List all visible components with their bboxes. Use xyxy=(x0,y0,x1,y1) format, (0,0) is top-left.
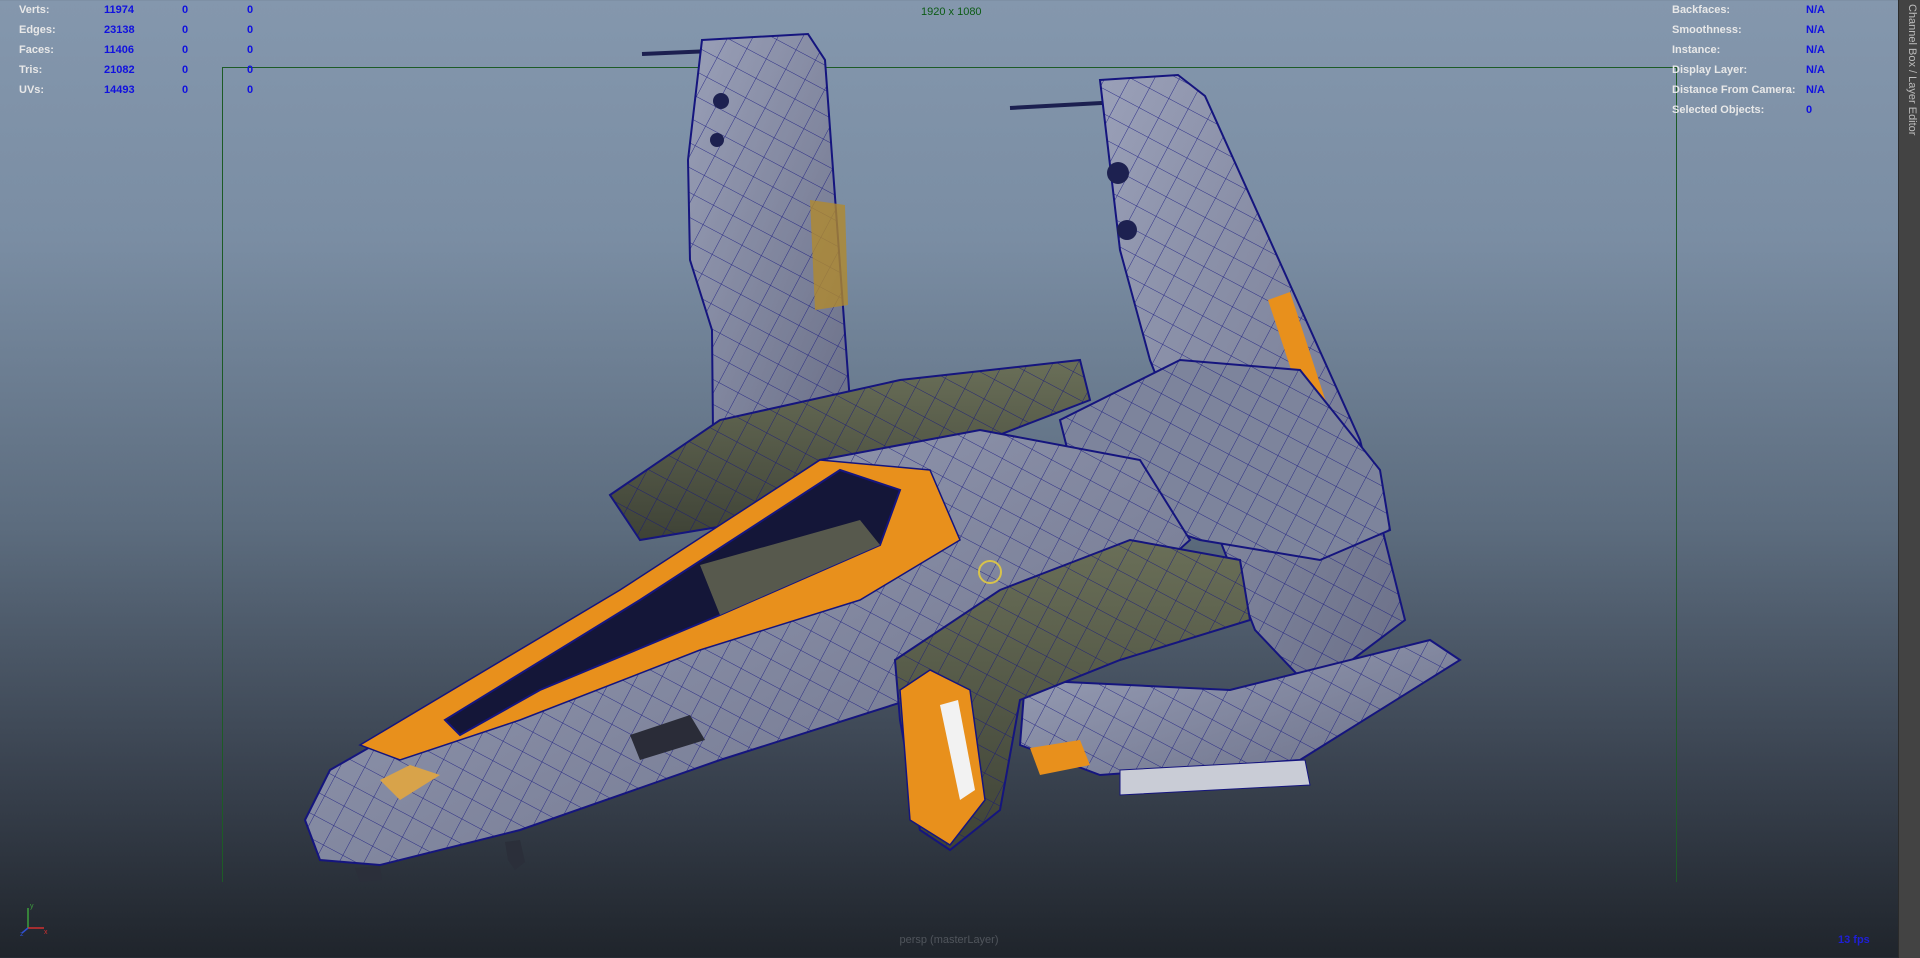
svg-text:y: y xyxy=(30,903,34,910)
hud-value: 0 xyxy=(247,64,254,76)
viewport-persp[interactable]: Verts: 11974 0 0 Edges: 23138 0 0 Faces:… xyxy=(0,0,1898,958)
camera-name-label: persp (masterLayer) xyxy=(899,934,999,946)
channel-box-tab-label[interactable]: Channel Box / Layer Editor xyxy=(1900,4,1918,135)
hud-value: 0 xyxy=(247,44,254,56)
channel-box-side-tab[interactable] xyxy=(1898,0,1920,958)
spaceship-model[interactable] xyxy=(0,0,1898,958)
hud-label: Backfaces: xyxy=(1672,4,1731,16)
hud-value: 0 xyxy=(182,64,189,76)
hud-value: N/A xyxy=(1806,64,1825,76)
hud-label: UVs: xyxy=(19,84,45,96)
hud-value: 23138 xyxy=(104,24,135,36)
hud-value: 21082 xyxy=(104,64,135,76)
hud-label: Instance: xyxy=(1672,44,1721,56)
left-tail-fin xyxy=(641,32,854,434)
hud-value: 0 xyxy=(1806,104,1813,116)
axis-gizmo-icon: y x z xyxy=(20,903,48,936)
hud-value: N/A xyxy=(1806,24,1825,36)
hud-value: 11406 xyxy=(104,44,134,56)
hud-row-instance: Instance: N/A xyxy=(1672,40,1825,60)
hud-row-smoothness: Smoothness: N/A xyxy=(1672,20,1825,40)
hud-label: Smoothness: xyxy=(1672,24,1742,36)
hud-value: 11974 xyxy=(104,4,134,16)
hud-label: Distance From Camera: xyxy=(1672,84,1796,96)
hud-label: Verts: xyxy=(19,4,50,16)
hud-row-faces: Faces: 11406 0 0 xyxy=(19,40,253,60)
hud-value: N/A xyxy=(1806,44,1825,56)
hud-label: Faces: xyxy=(19,44,54,56)
object-details-hud: Backfaces: N/A Smoothness: N/A Instance:… xyxy=(1672,0,1825,120)
hud-row-edges: Edges: 23138 0 0 xyxy=(19,20,253,40)
hud-label: Tris: xyxy=(19,64,43,76)
hud-value: N/A xyxy=(1806,84,1825,96)
hud-value: N/A xyxy=(1806,4,1825,16)
hud-row-selected-objects: Selected Objects: 0 xyxy=(1672,100,1825,120)
hud-label: Selected Objects: xyxy=(1672,104,1765,116)
hud-value: 14493 xyxy=(104,84,135,96)
resolution-label: 1920 x 1080 xyxy=(921,6,982,18)
hud-row-display-layer: Display Layer: N/A xyxy=(1672,60,1825,80)
hud-value: 0 xyxy=(247,24,254,36)
hud-row-verts: Verts: 11974 0 0 xyxy=(19,0,253,20)
hud-value: 0 xyxy=(182,24,189,36)
poly-count-hud: Verts: 11974 0 0 Edges: 23138 0 0 Faces:… xyxy=(19,0,253,100)
hud-row-distance: Distance From Camera: N/A xyxy=(1672,80,1825,100)
hud-label: Display Layer: xyxy=(1672,64,1748,76)
hud-value: 0 xyxy=(182,84,189,96)
hud-value: 0 xyxy=(247,84,254,96)
hud-value: 0 xyxy=(182,44,189,56)
hud-value: 0 xyxy=(247,4,254,16)
hud-label: Edges: xyxy=(19,24,56,36)
hud-row-tris: Tris: 21082 0 0 xyxy=(19,60,253,80)
hud-row-uvs: UVs: 14493 0 0 xyxy=(19,80,253,100)
hud-value: 0 xyxy=(182,4,189,16)
fps-counter: 13 fps xyxy=(1838,934,1870,946)
hud-row-backfaces: Backfaces: N/A xyxy=(1672,0,1825,20)
